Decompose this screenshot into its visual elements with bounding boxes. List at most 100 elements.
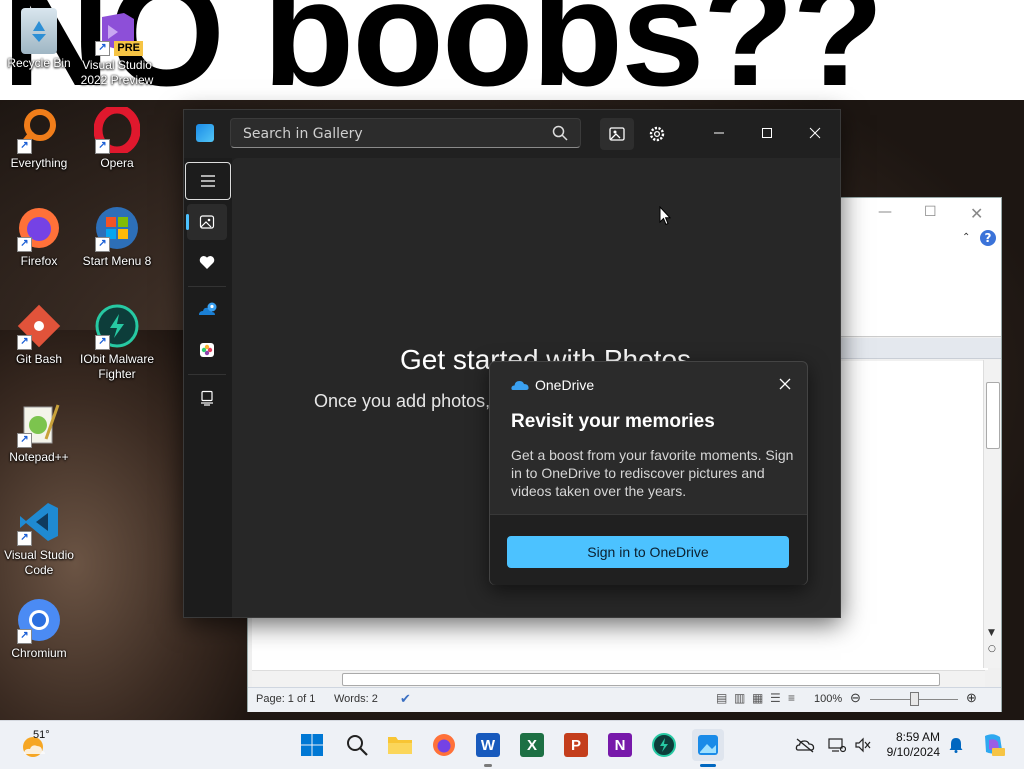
clock-date: 9/10/2024 <box>886 745 940 759</box>
desktop-icon-chromium[interactable]: ↗ Chromium <box>0 596 78 661</box>
word-maximize-button[interactable]: ☐ <box>924 204 937 220</box>
nav-icloud[interactable] <box>187 332 227 368</box>
view-outline-icon[interactable]: ☰ <box>770 691 781 705</box>
word-horizontal-scroll-thumb[interactable] <box>342 673 940 686</box>
tray-volume[interactable] <box>852 734 874 756</box>
proofing-icon[interactable]: ✔ <box>400 691 411 707</box>
desktop-icon-recycle-bin[interactable]: Recycle Bin <box>0 8 78 71</box>
word-ribbon: ⌃ ? <box>838 228 1001 337</box>
scroll-down-arrow-icon[interactable]: ▼ <box>988 628 995 638</box>
opera-icon: ↗ <box>93 106 141 154</box>
onedrive-cloud-icon <box>511 381 529 390</box>
iobit-shield-icon <box>652 733 676 757</box>
nav-favorites[interactable] <box>187 244 227 280</box>
sidebar-divider <box>188 374 226 375</box>
desktop-icon-iobit-malware-fighter[interactable]: ↗ IObit Malware Fighter <box>78 302 156 382</box>
view-web-icon[interactable]: ▦ <box>752 691 763 705</box>
taskbar-excel[interactable]: X <box>520 733 544 757</box>
git-bash-icon: ↗ <box>15 302 63 350</box>
taskbar-word[interactable]: W <box>476 733 500 757</box>
zoom-in-icon[interactable]: ⊕ <box>966 690 977 706</box>
desktop-icon-visual-studio-2022-preview[interactable]: PRE ↗ Visual Studio 2022 Preview <box>78 8 156 88</box>
taskbar: 51° W X P N 8:59 AM 9/10/2024 <box>0 720 1024 769</box>
visual-studio-icon: PRE ↗ <box>93 8 143 56</box>
help-icon[interactable]: ? <box>980 230 996 246</box>
taskbar-iobit[interactable] <box>648 729 680 761</box>
taskbar-powerpoint[interactable]: P <box>564 733 588 757</box>
weather-temperature[interactable]: 51° <box>33 729 50 741</box>
maximize-button[interactable] <box>744 116 790 150</box>
close-button[interactable] <box>792 116 838 150</box>
shortcut-arrow-icon: ↗ <box>95 237 110 252</box>
shortcut-arrow-icon: ↗ <box>17 139 32 154</box>
word-horizontal-scrollbar[interactable] <box>252 670 985 687</box>
view-reading-icon[interactable]: ▥ <box>734 691 745 705</box>
desktop-icon-firefox[interactable]: ↗ Firefox <box>0 204 78 269</box>
chromium-icon: ↗ <box>15 596 63 644</box>
desktop-icon-label: Firefox <box>20 254 58 268</box>
view-draft-icon[interactable]: ≡ <box>788 691 795 705</box>
sign-in-onedrive-button[interactable]: Sign in to OneDrive <box>507 536 789 568</box>
heart-icon <box>199 255 215 269</box>
taskbar-firefox[interactable] <box>428 729 460 761</box>
tray-copilot[interactable] <box>980 732 1006 758</box>
volume-muted-icon <box>855 737 871 753</box>
word-vertical-scrollbar[interactable]: ▼ ○ <box>983 360 1001 668</box>
taskbar-clock[interactable]: 8:59 AM 9/10/2024 <box>884 730 940 760</box>
import-button[interactable] <box>600 118 634 150</box>
desktop-icon-opera[interactable]: ↗ Opera <box>78 106 156 171</box>
browse-object-icon[interactable]: ○ <box>988 644 996 654</box>
folder-icon <box>388 737 412 754</box>
minimize-button[interactable] <box>696 116 742 150</box>
view-print-layout-icon[interactable]: ▤ <box>716 691 727 705</box>
taskbar-onenote[interactable]: N <box>608 733 632 757</box>
ribbon-collapse-icon[interactable]: ⌃ <box>962 232 970 243</box>
active-indicator <box>700 764 716 767</box>
zoom-slider-thumb[interactable] <box>910 692 919 706</box>
search-icon[interactable] <box>552 125 568 141</box>
shortcut-arrow-icon: ↗ <box>17 433 32 448</box>
start-button[interactable] <box>296 729 328 761</box>
cloud-offline-icon <box>795 738 815 753</box>
status-words[interactable]: Words: 2 <box>334 693 378 705</box>
running-indicator <box>484 764 492 767</box>
nav-gallery[interactable] <box>186 204 227 240</box>
nav-menu-button[interactable] <box>185 162 231 200</box>
desktop-icon-git-bash[interactable]: ↗ Git Bash <box>0 302 78 367</box>
tray-notifications[interactable] <box>945 734 967 756</box>
popup-body: Get a boost from your favorite moments. … <box>511 447 794 499</box>
status-page[interactable]: Page: 1 of 1 <box>256 693 315 705</box>
word-status-bar: Page: 1 of 1 Words: 2 ✔ ▤ ▥ ▦ ☰ ≡ 100% ⊖… <box>248 687 1001 712</box>
photos-titlebar: Search in Gallery <box>184 110 840 158</box>
desktop-icon-label: Notepad++ <box>9 450 69 464</box>
settings-button[interactable] <box>640 118 674 150</box>
tray-onedrive-offline[interactable] <box>794 734 816 756</box>
popup-title: Revisit your memories <box>511 411 715 432</box>
zoom-out-icon[interactable]: ⊖ <box>850 690 861 706</box>
shortcut-arrow-icon: ↗ <box>95 41 110 56</box>
taskbar-photos[interactable] <box>692 729 724 761</box>
search-input[interactable]: Search in Gallery <box>230 118 581 148</box>
desktop-icon-start-menu-8[interactable]: ↗ Start Menu 8 <box>78 204 156 269</box>
everything-search-icon: ↗ <box>15 106 63 154</box>
word-minimize-button[interactable]: — <box>878 204 892 220</box>
iobit-shield-icon: ↗ <box>93 302 141 350</box>
word-vertical-scroll-thumb[interactable] <box>986 382 1000 449</box>
desktop-icon-visual-studio-code[interactable]: ↗ Visual Studio Code <box>0 498 78 578</box>
nav-selected-indicator <box>186 214 189 230</box>
word-document-area-lower[interactable] <box>252 616 988 670</box>
desktop-icon-everything[interactable]: ↗ Everything <box>0 106 78 171</box>
taskbar-file-explorer[interactable] <box>384 729 416 761</box>
desktop-icon-label: Opera <box>100 156 134 170</box>
desktop-icon-notepad-plus-plus[interactable]: ↗ Notepad++ <box>0 400 78 465</box>
bell-icon <box>949 738 963 753</box>
nav-this-pc[interactable] <box>187 380 227 416</box>
word-close-button[interactable]: ✕ <box>970 204 983 223</box>
tray-network[interactable] <box>826 734 848 756</box>
taskbar-search-button[interactable] <box>341 729 373 761</box>
icloud-photos-icon <box>200 343 214 357</box>
nav-onedrive[interactable] <box>187 292 227 328</box>
zoom-level[interactable]: 100% <box>814 693 842 705</box>
popup-close-button[interactable] <box>774 373 796 395</box>
shortcut-arrow-icon: ↗ <box>95 335 110 350</box>
